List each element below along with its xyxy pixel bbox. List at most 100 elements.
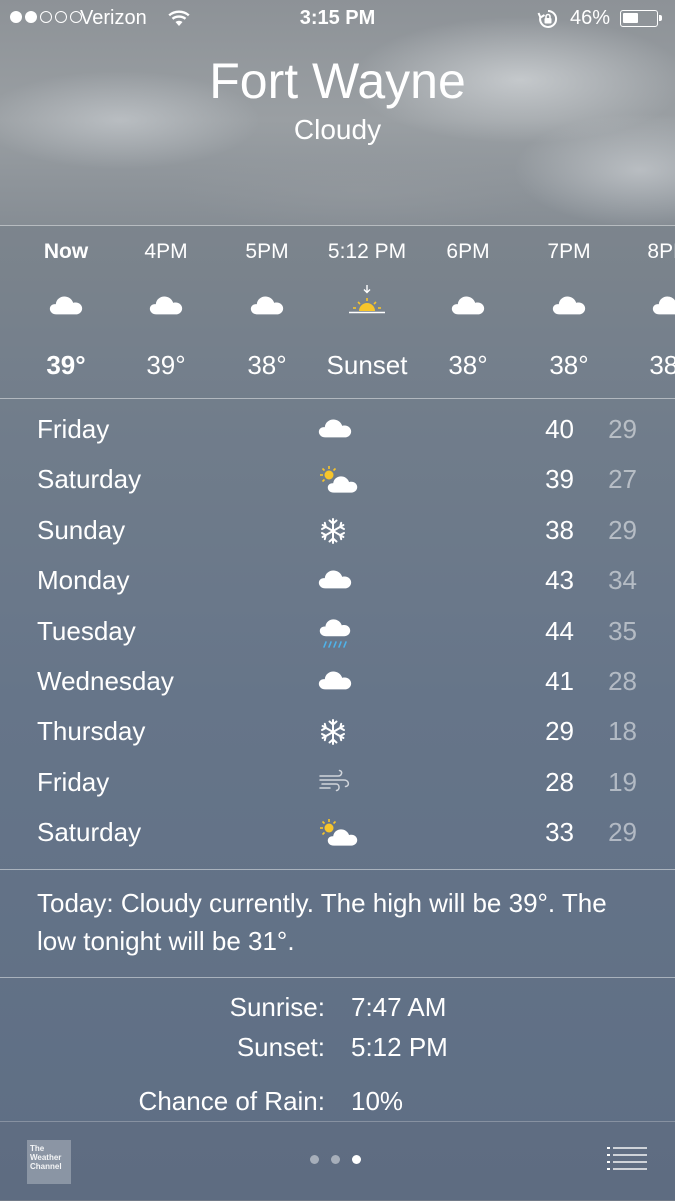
- hourly-item: 6PM 38°: [413, 226, 523, 398]
- cloud-icon: [250, 292, 284, 321]
- hourly-forecast[interactable]: Now 39° 4PM 39° 5PM 38° 5:12 PM Sunset 6…: [0, 226, 675, 398]
- day-name: Friday: [37, 414, 110, 444]
- battery-icon: [620, 10, 662, 27]
- battery-percent: 46%: [570, 7, 611, 29]
- cloud-icon: [318, 566, 352, 595]
- day-name: Wednesday: [37, 666, 174, 696]
- hour-label: Now: [43, 240, 89, 263]
- rain-icon: [318, 617, 352, 654]
- detail-label: Sunrise:: [229, 992, 325, 1022]
- low-temp: 34: [608, 565, 637, 596]
- hourly-item: 8PM 38°: [614, 226, 675, 398]
- hour-label: 5:12 PM: [327, 240, 407, 263]
- partly-sunny-icon: [318, 818, 358, 853]
- hourly-item: 4PM 39°: [111, 226, 221, 398]
- detail-row-sunrise: Sunrise: 7:47 AM: [0, 992, 675, 1028]
- hour-label: 6PM: [446, 240, 490, 263]
- detail-row-chance-of-rain: Chance of Rain: 10%: [0, 1086, 675, 1122]
- hour-label: 4PM: [144, 240, 188, 263]
- detail-label: Sunset:: [236, 1032, 325, 1062]
- page-indicator[interactable]: [310, 1155, 361, 1164]
- page-dot[interactable]: [310, 1155, 319, 1164]
- low-temp: 29: [608, 414, 637, 444]
- cloud-icon: [318, 415, 352, 444]
- day-name: Monday: [37, 565, 130, 596]
- weather-channel-logo[interactable]: The Weather Channel: [27, 1140, 71, 1184]
- day-name: Friday: [37, 766, 110, 797]
- city-list-icon[interactable]: [607, 1146, 647, 1177]
- bottom-toolbar: The Weather Channel: [0, 1121, 675, 1201]
- day-name: Sunday: [37, 514, 126, 545]
- today-summary: Today: Cloudy currently. The high will b…: [37, 888, 607, 956]
- high-temp: 40: [545, 414, 574, 444]
- city-name: Fort Wayne: [209, 53, 466, 109]
- cloud-icon: [652, 292, 675, 321]
- cloud-icon: [49, 292, 83, 321]
- day-name: Tuesday: [37, 615, 136, 646]
- high-temp: 43: [545, 565, 574, 596]
- snowflake-icon: [318, 717, 348, 752]
- detail-value: 10%: [351, 1086, 404, 1116]
- day-name: Saturday: [37, 464, 142, 495]
- hourly-item: 5PM 38°: [212, 226, 322, 398]
- detail-label: Chance of Rain:: [138, 1086, 325, 1116]
- low-temp: 29: [608, 817, 637, 848]
- cloud-icon: [451, 292, 485, 321]
- hour-temp: Sunset: [326, 350, 408, 380]
- low-temp: 18: [608, 716, 637, 747]
- hourly-item: Now 39°: [11, 226, 121, 398]
- day-name: Saturday: [37, 817, 142, 848]
- current-condition: Cloudy: [293, 114, 382, 145]
- status-bar: Verizon 3:15 PM 46%: [0, 0, 675, 38]
- sunset-icon: [347, 284, 387, 323]
- cloud-icon: [149, 292, 183, 321]
- high-temp: 33: [545, 817, 574, 848]
- hourly-item: 7PM 38°: [514, 226, 624, 398]
- hour-temp: 39°: [146, 350, 186, 380]
- high-temp: 44: [545, 615, 574, 646]
- hour-temp: 38°: [549, 350, 589, 380]
- cloud-icon: [552, 292, 586, 321]
- hourly-item: 5:12 PM Sunset: [312, 226, 422, 398]
- hour-temp: 39°: [46, 350, 86, 380]
- daily-row: Thursday 29 18: [0, 707, 675, 757]
- detail-row-sunset: Sunset: 5:12 PM: [0, 1032, 675, 1068]
- divider: [0, 977, 675, 978]
- daily-row: Saturday 33 29: [0, 808, 675, 858]
- page-dot[interactable]: [331, 1155, 340, 1164]
- low-temp: 19: [608, 766, 637, 797]
- divider: [0, 398, 675, 399]
- snowflake-icon: [318, 516, 348, 551]
- high-temp: 41: [545, 666, 574, 696]
- partly-sunny-icon: [318, 465, 358, 500]
- divider: [0, 869, 675, 870]
- high-temp: 39: [545, 464, 574, 495]
- low-temp: 35: [608, 615, 637, 646]
- hour-temp: 38°: [649, 350, 675, 380]
- hour-label: 5PM: [245, 240, 289, 263]
- cloud-icon: [318, 667, 352, 696]
- high-temp: 28: [545, 766, 574, 797]
- day-name: Thursday: [37, 716, 146, 747]
- high-temp: 38: [545, 514, 574, 545]
- detail-value: 7:47 AM: [351, 992, 447, 1022]
- wind-icon: [318, 768, 352, 799]
- daily-row: Friday 28 19: [0, 758, 675, 808]
- daily-row: Saturday 39 27: [0, 455, 675, 505]
- daily-row: Wednesday 41 28: [0, 657, 675, 707]
- low-temp: 28: [608, 666, 637, 696]
- hour-label: 7PM: [547, 240, 591, 263]
- rotation-lock-icon: [537, 8, 559, 36]
- hour-label: 8PM: [647, 240, 675, 263]
- daily-row: Friday 40 29: [0, 405, 675, 455]
- low-temp: 27: [608, 464, 637, 495]
- detail-value: 5:12 PM: [351, 1032, 448, 1062]
- daily-row: Tuesday 44 35: [0, 607, 675, 657]
- high-temp: 29: [545, 716, 574, 747]
- hour-temp: 38°: [448, 350, 488, 380]
- hour-temp: 38°: [247, 350, 287, 380]
- low-temp: 29: [608, 514, 637, 545]
- daily-row: Monday 43 34: [0, 556, 675, 606]
- page-dot[interactable]: [352, 1155, 361, 1164]
- daily-row: Sunday 38 29: [0, 506, 675, 556]
